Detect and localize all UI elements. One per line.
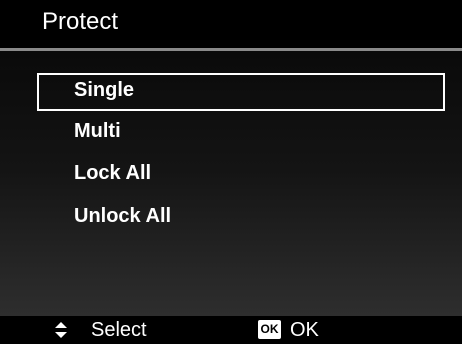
menu-item-label: Unlock All (74, 205, 172, 227)
select-hint-label: Select (91, 319, 147, 341)
menu-item-label: Multi (74, 120, 121, 142)
up-down-arrows-icon (55, 322, 67, 338)
title-bar: Protect (0, 0, 462, 48)
menu-item-multi[interactable]: Multi (37, 114, 445, 152)
ok-hint-label: OK (290, 319, 319, 341)
menu-item-unlock-all[interactable]: Unlock All (37, 199, 445, 237)
menu-item-label: Lock All (74, 162, 152, 184)
ok-button-icon: OK (258, 320, 281, 339)
page-title: Protect (42, 8, 119, 35)
footer-hint-bar: Select OK OK (0, 316, 462, 344)
menu-item-label: Single (74, 79, 135, 101)
menu-item-single[interactable]: Single (37, 73, 445, 111)
menu-panel: Single Multi Lock All Unlock All (0, 51, 462, 316)
menu-item-lock-all[interactable]: Lock All (37, 156, 445, 194)
